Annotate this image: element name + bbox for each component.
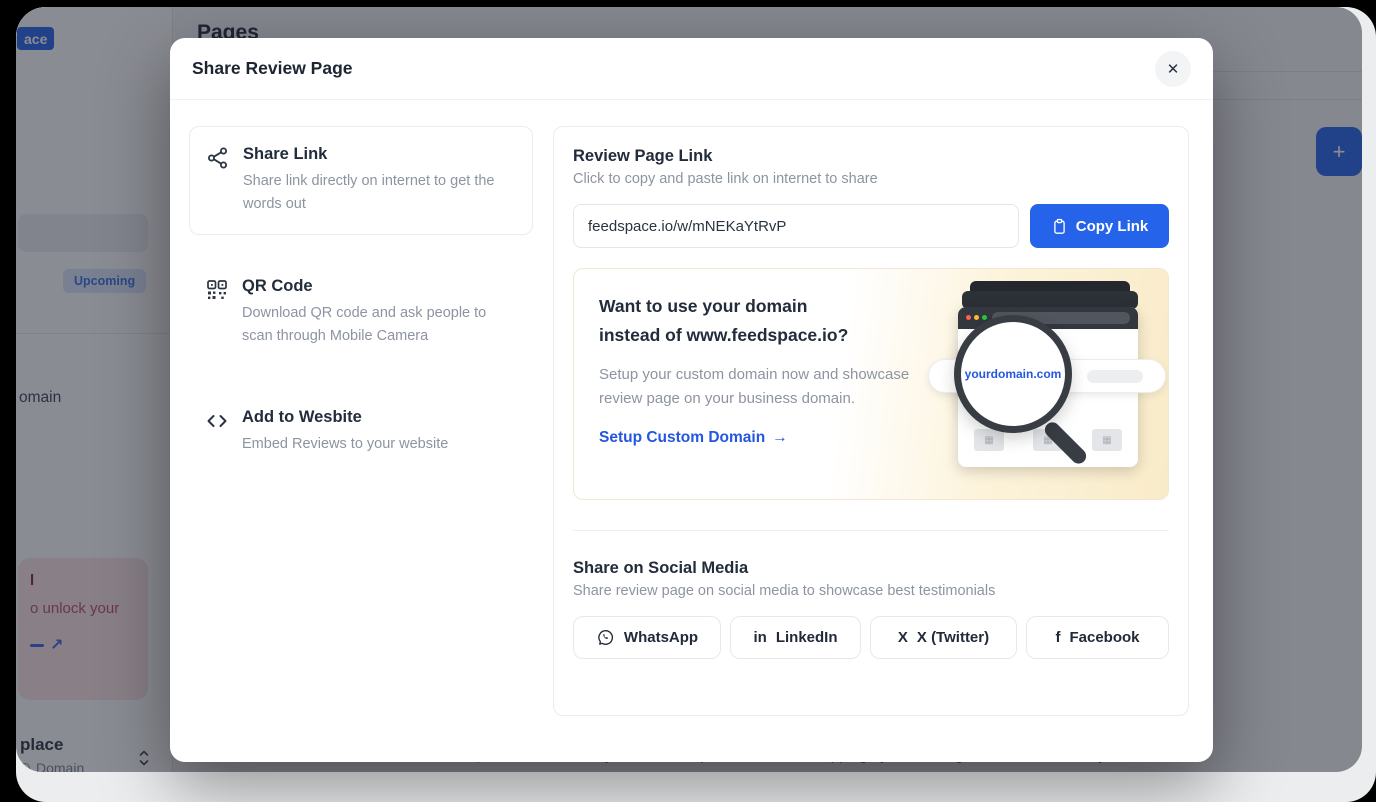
tab-qr-code[interactable]: QR Code Download QR code and ask people … <box>189 259 533 366</box>
whatsapp-icon <box>596 628 615 647</box>
tab-add-to-website[interactable]: Add to Wesbite Embed Reviews to your web… <box>189 390 533 474</box>
modal-body: Share Link Share link directly on intern… <box>170 100 1213 716</box>
share-link-panel: Review Page Link Click to copy and paste… <box>553 126 1189 716</box>
share-x-twitter-button[interactable]: X X (Twitter) <box>870 616 1017 659</box>
clipboard-icon <box>1051 218 1068 235</box>
modal-header: Share Review Page ✕ <box>170 38 1213 100</box>
social-media-subheading: Share review page on social media to sho… <box>573 583 1169 599</box>
review-link-input[interactable] <box>573 204 1019 248</box>
arrow-right-icon: → <box>772 429 788 447</box>
pill-label-placeholder <box>1087 370 1143 383</box>
magnifying-glass-icon: yourdomain.com <box>954 315 1072 433</box>
tab-label: QR Code <box>242 277 517 296</box>
x-twitter-icon: X <box>898 629 908 646</box>
social-button-label: X (Twitter) <box>917 629 989 646</box>
traffic-light-yellow <box>974 315 979 320</box>
domain-card-title: Want to use your domain instead of www.f… <box>599 292 929 350</box>
review-page-link-heading: Review Page Link <box>573 147 1169 166</box>
section-divider <box>573 530 1169 531</box>
traffic-light-green <box>982 315 987 320</box>
share-whatsapp-button[interactable]: WhatsApp <box>573 616 721 659</box>
tab-description: Embed Reviews to your website <box>242 433 448 456</box>
tab-share-link[interactable]: Share Link Share link directly on intern… <box>189 126 533 235</box>
review-page-link-subheading: Click to copy and paste link on internet… <box>573 171 1169 187</box>
domain-illustration: ▦ ▦ ▦ yourdomain.com <box>928 269 1168 499</box>
tab-label: Share Link <box>243 145 516 164</box>
social-media-heading: Share on Social Media <box>573 559 1169 578</box>
qr-code-icon <box>205 277 229 348</box>
share-facebook-button[interactable]: f Facebook <box>1026 616 1169 659</box>
domain-card-body: Setup your custom domain now and showcas… <box>599 363 911 411</box>
share-linkedin-button[interactable]: in LinkedIn <box>730 616 861 659</box>
traffic-light-red <box>966 315 971 320</box>
close-icon: ✕ <box>1167 60 1180 78</box>
share-nodes-icon <box>206 145 230 216</box>
custom-domain-card: Want to use your domain instead of www.f… <box>573 268 1169 500</box>
copy-link-label: Copy Link <box>1076 218 1149 235</box>
social-button-label: LinkedIn <box>776 629 838 646</box>
social-button-label: WhatsApp <box>624 629 698 646</box>
yourdomain-text: yourdomain.com <box>965 367 1062 381</box>
tab-description: Download QR code and ask people to scan … <box>242 302 517 348</box>
linkedin-icon: in <box>753 629 766 646</box>
share-options-column: Share Link Share link directly on intern… <box>189 126 533 716</box>
tab-label: Add to Wesbite <box>242 408 448 427</box>
modal-title: Share Review Page <box>192 58 353 79</box>
code-brackets-icon <box>205 408 229 456</box>
facebook-icon: f <box>1055 629 1060 646</box>
setup-custom-domain-link[interactable]: Setup Custom Domain → <box>599 429 929 447</box>
tab-description: Share link directly on internet to get t… <box>243 170 516 216</box>
social-button-label: Facebook <box>1069 629 1139 646</box>
image-placeholder: ▦ <box>1092 429 1122 451</box>
copy-link-button[interactable]: Copy Link <box>1030 204 1169 248</box>
close-button[interactable]: ✕ <box>1155 51 1191 87</box>
share-review-page-modal: Share Review Page ✕ Share Link Share <box>170 38 1213 762</box>
image-placeholder: ▦ <box>974 429 1004 451</box>
social-buttons-row: WhatsApp in LinkedIn X X (Twitter) f Fac… <box>573 616 1169 659</box>
